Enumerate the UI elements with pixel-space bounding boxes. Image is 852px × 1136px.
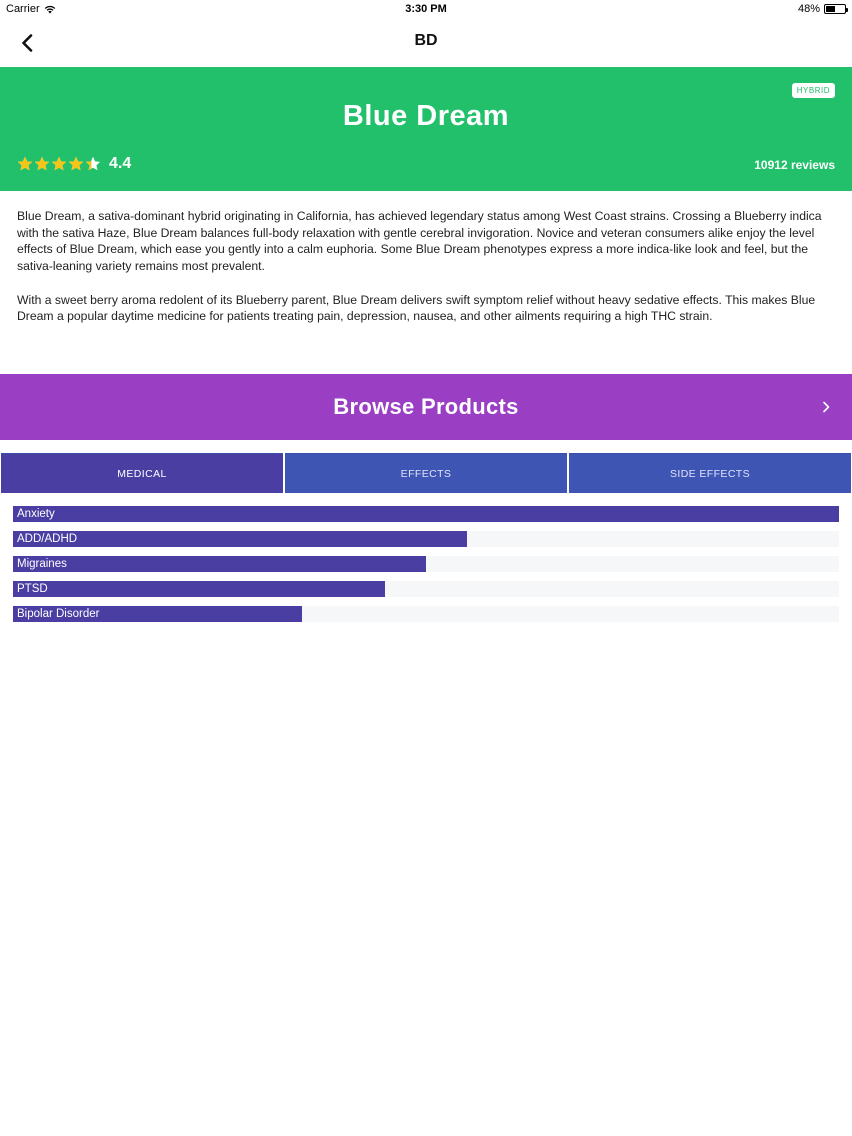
- star-icon: [68, 156, 84, 171]
- medical-bar-fill: [13, 531, 468, 547]
- status-right: 48%: [797, 3, 848, 15]
- battery-icon: [824, 4, 848, 14]
- medical-bar-label: PTSD: [17, 583, 48, 595]
- star-icon: [51, 156, 67, 171]
- nav-title: BD: [414, 32, 438, 49]
- battery-percent: 48%: [797, 3, 820, 15]
- medical-bar-fill: [13, 581, 385, 597]
- star-icon: [17, 156, 33, 171]
- tab-side-effects[interactable]: SIDE EFFECTS: [569, 453, 851, 493]
- description-paragraph: With a sweet berry aroma redolent of its…: [17, 292, 816, 324]
- medical-bar-row: Anxiety: [13, 506, 839, 522]
- medical-bar-label: Migraines: [17, 558, 67, 570]
- medical-bar-label: ADD/ADHD: [17, 533, 78, 545]
- medical-bar-fill: [13, 556, 426, 572]
- medical-bar-row: ADD/ADHD: [13, 531, 839, 547]
- star-icon: [85, 156, 101, 171]
- medical-bar-row: PTSD: [13, 581, 839, 597]
- browse-products-button[interactable]: Browse Products: [0, 374, 852, 440]
- medical-bar-list: Anxiety ADD/ADHD Migraines PTSD Bipolar Diso…: [13, 506, 839, 631]
- strain-type-badge: HYBRID: [791, 83, 835, 98]
- medical-bar-row: Migraines: [13, 556, 839, 572]
- battery-fill: [826, 6, 835, 12]
- rating: 4.4: [17, 155, 131, 173]
- rating-stars: [17, 156, 101, 172]
- review-count: 10912 reviews: [754, 158, 835, 172]
- medical-bar-fill: [13, 506, 839, 522]
- status-bar: Carrier 3:30 PM 48%: [0, 0, 852, 18]
- nav-bar: BD: [0, 20, 852, 66]
- browse-products-label: Browse Products: [333, 394, 519, 419]
- tab-effects[interactable]: EFFECTS: [285, 453, 567, 493]
- description-paragraph: Blue Dream, a sativa-dominant hybrid ori…: [17, 209, 822, 274]
- status-time: 3:30 PM: [405, 3, 447, 15]
- star-icon: [34, 156, 50, 171]
- chevron-right-icon: [823, 401, 830, 413]
- rating-value: 4.4: [109, 155, 132, 172]
- medical-bar-label: Bipolar Disorder: [17, 608, 100, 620]
- tab-medical[interactable]: MEDICAL: [1, 453, 283, 493]
- medical-bar-row: Bipolar Disorder: [13, 606, 839, 622]
- strain-title: Blue Dream: [342, 100, 510, 132]
- medical-bar-label: Anxiety: [17, 508, 55, 520]
- strain-description: Blue Dream, a sativa-dominant hybrid ori…: [17, 208, 837, 325]
- info-tabs: MEDICAL EFFECTS SIDE EFFECTS: [0, 453, 852, 493]
- strain-header: HYBRID Blue Dream 4.4 10912 reviews: [0, 67, 852, 191]
